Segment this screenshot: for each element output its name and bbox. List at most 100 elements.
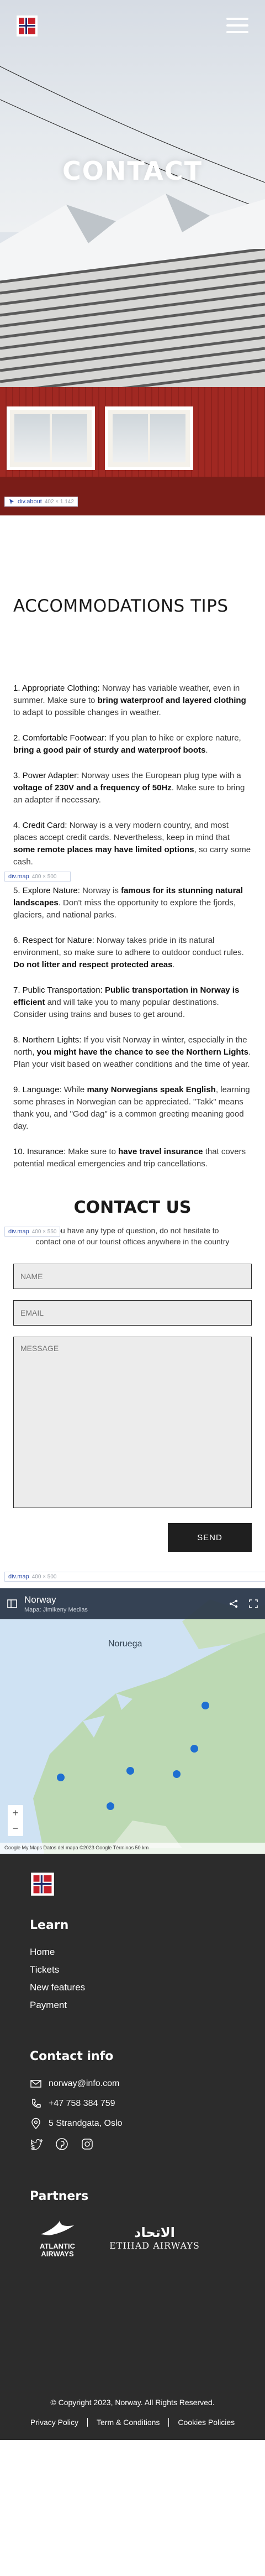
tip-bold: some remote places may have limited opti… bbox=[13, 845, 194, 854]
tip-item: 6. Respect for Nature: Norway takes prid… bbox=[13, 935, 252, 971]
footer-learn: Learn Home Tickets New features Payment bbox=[30, 1918, 235, 2011]
name-input[interactable] bbox=[13, 1264, 252, 1289]
hero-title: CONTACT bbox=[62, 156, 203, 186]
footer-address: 5 Strandgata, Oslo bbox=[30, 2118, 235, 2130]
atlantic-airways-logo[interactable]: ATLANTIC AIRWAYS bbox=[30, 2218, 85, 2258]
footer-partners: Partners ATLANTIC AIRWAYS الاتحاد ETIHAD… bbox=[30, 2189, 235, 2258]
contact-title: CONTACT US bbox=[73, 1198, 192, 1217]
tip-lead: 7. Public Transportation: bbox=[13, 985, 103, 995]
footer-contact: Contact info norway@info.com +47 758 384… bbox=[30, 2050, 235, 2151]
tip-bold: have travel insurance bbox=[118, 1147, 203, 1156]
pinterest-icon[interactable] bbox=[55, 2137, 68, 2151]
footer-email[interactable]: norway@info.com bbox=[30, 2078, 235, 2090]
footer-contact-heading: Contact info bbox=[30, 2050, 114, 2063]
footer-address-text: 5 Strandgata, Oslo bbox=[49, 2119, 123, 2128]
footer-email-text: norway@info.com bbox=[49, 2079, 120, 2088]
tip-text: Norway is bbox=[80, 886, 121, 895]
instagram-icon[interactable] bbox=[81, 2137, 94, 2151]
map-pin-icon bbox=[57, 1702, 209, 1810]
map-attribution: Google My Maps Datos del mapa ©2023 Goog… bbox=[0, 1843, 265, 1854]
tip-bold: bring a good pair of sturdy and waterpro… bbox=[13, 745, 206, 755]
footer-link-payment[interactable]: Payment bbox=[30, 2000, 235, 2011]
footer-link-new-features[interactable]: New features bbox=[30, 1982, 235, 1993]
hero-wall-base bbox=[0, 477, 265, 515]
copyright-text: © Copyright 2023, Norway. All Rights Res… bbox=[50, 2398, 215, 2407]
tip-lead: 6. Respect for Nature: bbox=[13, 936, 94, 945]
hero-window bbox=[7, 406, 95, 470]
tip-lead: 1. Appropriate Clothing: bbox=[13, 684, 100, 693]
devtools-element-tag: div.map 400 × 500 bbox=[4, 1572, 265, 1582]
hamburger-menu-icon[interactable] bbox=[226, 18, 248, 33]
tip-bold: many Norwegians speak English bbox=[87, 1085, 216, 1094]
terms-conditions-link[interactable]: Term & Conditions bbox=[87, 2418, 168, 2427]
tip-item: 8. Northern Lights: If you visit Norway … bbox=[13, 1034, 252, 1071]
phone-icon bbox=[32, 2099, 41, 2108]
cookies-policy-link[interactable]: Cookies Policies bbox=[168, 2418, 243, 2427]
map-pins bbox=[57, 1702, 209, 1810]
tips-title: ACCOMMODATIONS TIPS bbox=[13, 596, 229, 616]
embedded-map[interactable]: Norway Mapa: Jimikeny Medias Noruega + −… bbox=[0, 1588, 265, 1854]
tip-bold: voltage of 230V and a frequency of 50Hz bbox=[13, 783, 172, 792]
zoom-out-button[interactable]: − bbox=[8, 1821, 23, 1836]
tip-bold: bring waterproof and layered clothing bbox=[97, 696, 246, 705]
devtools-element-tag: div.about 402 × 1.142 bbox=[4, 497, 78, 507]
zoom-in-button[interactable]: + bbox=[8, 1805, 23, 1821]
site-footer: Learn Home Tickets New features Payment … bbox=[0, 1854, 265, 2440]
footer-phone[interactable]: +47 758 384 759 bbox=[30, 2098, 235, 2110]
tip-item: 2. Comfortable Footwear: If you plan to … bbox=[13, 732, 252, 757]
twitter-icon[interactable] bbox=[30, 2137, 43, 2151]
footer-link-tickets[interactable]: Tickets bbox=[30, 1964, 235, 1975]
tip-text: If you plan to hike or explore nature, bbox=[107, 733, 241, 743]
bird-icon bbox=[41, 2220, 74, 2235]
mail-icon bbox=[30, 2080, 41, 2088]
tip-bold: you might have the chance to see the Nor… bbox=[36, 1047, 248, 1057]
tip-text: Make sure to bbox=[66, 1147, 119, 1156]
social-links bbox=[30, 2137, 235, 2151]
tip-text: Norway uses the European plug type with … bbox=[79, 771, 241, 780]
tip-item: 9. Language: While many Norwegians speak… bbox=[13, 1084, 252, 1133]
partner-logos: ATLANTIC AIRWAYS الاتحاد ETIHAD AIRWAYS bbox=[30, 2218, 235, 2258]
footer-learn-heading: Learn bbox=[30, 1918, 69, 1932]
footer-logo[interactable] bbox=[30, 1871, 55, 1897]
contact-section: CONTACT US div.map 400 × 550 If you have… bbox=[0, 1183, 265, 1552]
tip-lead: 10. Insurance: bbox=[13, 1147, 66, 1156]
email-input[interactable] bbox=[13, 1300, 252, 1326]
tip-text: While bbox=[61, 1085, 87, 1094]
devtools-element-tag: div.map 400 × 550 bbox=[4, 1227, 61, 1237]
tip-item: 4. Credit Card: Norway is a very modern … bbox=[13, 820, 252, 868]
privacy-policy-link[interactable]: Privacy Policy bbox=[22, 2418, 87, 2427]
accommodations-tips-section: ACCOMMODATIONS TIPS 1. Appropriate Cloth… bbox=[0, 515, 265, 1170]
tip-lead: 4. Credit Card: bbox=[13, 821, 67, 830]
send-button[interactable]: SEND bbox=[168, 1523, 252, 1552]
contact-lead-text: If you have any type of question, do not… bbox=[35, 1226, 230, 1246]
tip-item: 1. Appropriate Clothing: Norway has vari… bbox=[13, 682, 252, 719]
tip-tail: . bbox=[205, 745, 208, 755]
devtools-element-tag: div.map 400 × 500 bbox=[4, 872, 71, 882]
footer-partners-heading: Partners bbox=[30, 2189, 89, 2203]
message-textarea[interactable] bbox=[13, 1337, 252, 1508]
tip-item: 5. Explore Nature: Norway is famous for … bbox=[13, 885, 252, 921]
tips-list: 1. Appropriate Clothing: Norway has vari… bbox=[4, 682, 252, 1170]
tip-lead: 2. Comfortable Footwear: bbox=[13, 733, 107, 743]
tip-lead: 3. Power Adapter: bbox=[13, 771, 80, 780]
send-row: SEND bbox=[13, 1523, 252, 1552]
contact-form: SEND bbox=[13, 1264, 252, 1552]
footer-link-home[interactable]: Home bbox=[30, 1947, 235, 1958]
cursor-icon bbox=[9, 499, 14, 504]
tip-lead: 5. Explore Nature: bbox=[13, 886, 80, 895]
norway-logo[interactable] bbox=[15, 14, 39, 38]
tip-tail: . bbox=[172, 960, 175, 969]
etihad-airways-logo[interactable]: الاتحاد ETIHAD AIRWAYS bbox=[105, 2225, 204, 2251]
policy-links: Privacy Policy Term & Conditions Cookies… bbox=[0, 2418, 265, 2427]
tip-lead: 9. Language: bbox=[13, 1085, 62, 1094]
map-zoom-controls: + − bbox=[8, 1805, 23, 1836]
tip-item: 3. Power Adapter: Norway uses the Europe… bbox=[13, 770, 252, 806]
tip-item: 7. Public Transportation: Public transpo… bbox=[13, 984, 252, 1021]
tip-bold: Do not litter and respect protected area… bbox=[13, 960, 173, 969]
tip-lead: 8. Northern Lights: bbox=[13, 1035, 82, 1045]
tip-item: 10. Insurance: Make sure to have travel … bbox=[13, 1146, 252, 1170]
footer-phone-text: +47 758 384 759 bbox=[49, 2099, 115, 2108]
tip-tail: to adapt to possible changes in weather. bbox=[13, 708, 161, 717]
hero-section: CONTACT div.about 402 × 1.142 bbox=[0, 0, 265, 515]
hero-window bbox=[105, 406, 193, 470]
